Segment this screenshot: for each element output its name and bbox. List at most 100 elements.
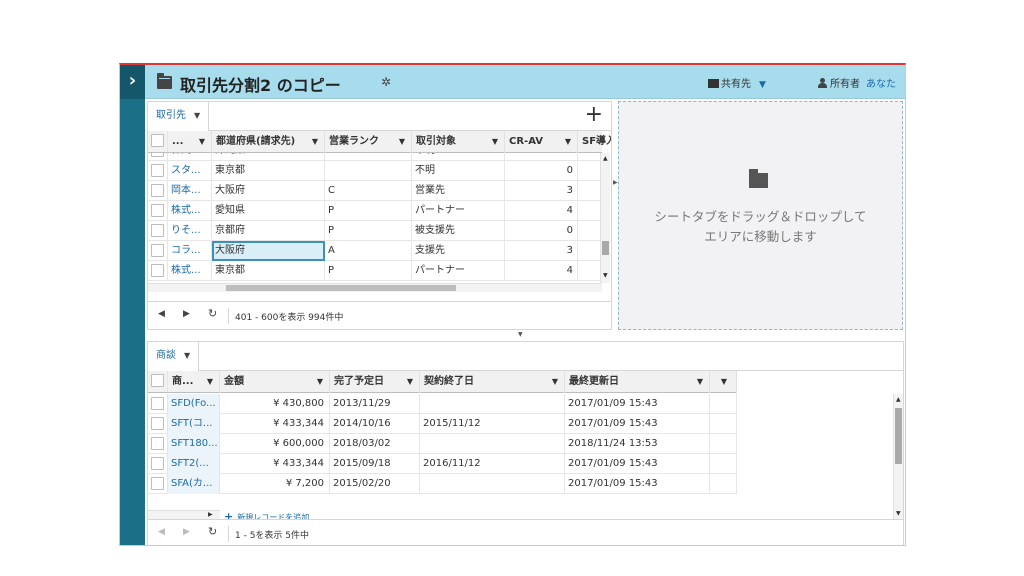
record-link[interactable]: スタ... xyxy=(168,161,212,181)
table-cell: 0 xyxy=(505,161,578,181)
row-checkbox[interactable] xyxy=(151,477,164,490)
record-link[interactable]: SFD(Fo... xyxy=(168,394,220,414)
table-row[interactable]: 株式... 愛知県 P パートナー 4 xyxy=(148,201,602,221)
table-row[interactable]: SFT(コ... ¥ 433,344 2014/10/16 2015/11/12 201… xyxy=(148,414,737,434)
chevron-down-icon[interactable]: ▼ xyxy=(492,131,498,152)
share-menu[interactable]: 共有先 ▼ xyxy=(708,75,766,90)
record-link[interactable]: SFT2(... xyxy=(168,454,220,474)
checkbox-cell xyxy=(148,131,168,152)
scroll-right-icon[interactable]: ▶ xyxy=(208,511,213,518)
horizontal-scrollbar[interactable]: ▶ xyxy=(148,510,220,519)
share-label: 共有先 xyxy=(721,79,751,90)
column-header[interactable]: 営業ランク ▼ xyxy=(325,131,412,153)
add-sheet-button[interactable]: + xyxy=(585,103,603,127)
column-header[interactable]: CR-AV ▼ xyxy=(505,131,578,153)
drop-zone[interactable]: シートタブをドラッグ＆ドロップして エリアに移動します xyxy=(618,101,903,330)
chevron-down-icon[interactable]: ▼ xyxy=(184,351,190,360)
row-checkbox[interactable] xyxy=(151,184,164,197)
column-header[interactable]: 商... ▼ xyxy=(168,371,220,393)
column-header[interactable]: ▼ xyxy=(710,371,737,393)
chevron-down-icon[interactable]: ▼ xyxy=(697,371,703,392)
column-header[interactable]: 最終更新日 ▼ xyxy=(565,371,710,393)
chevron-down-icon[interactable]: ▼ xyxy=(207,371,213,392)
tab-accounts[interactable]: 取引先 ▼ xyxy=(148,102,210,131)
record-link[interactable]: SFT180... xyxy=(168,434,220,454)
horizontal-scrollbar[interactable] xyxy=(148,283,212,292)
column-header[interactable]: ... ▼ xyxy=(168,131,212,153)
refresh-icon[interactable]: ↻ xyxy=(208,307,217,320)
record-link[interactable]: コラ... xyxy=(168,241,212,261)
record-link[interactable]: SFA(カ... xyxy=(168,474,220,494)
row-checkbox[interactable] xyxy=(151,397,164,410)
record-link[interactable]: 岡本... xyxy=(168,181,212,201)
select-all-checkbox[interactable] xyxy=(151,134,164,147)
chevron-down-icon[interactable]: ▼ xyxy=(759,80,766,90)
prev-page-icon[interactable]: ◀ xyxy=(158,309,165,319)
scroll-down-icon[interactable]: ▼ xyxy=(603,272,608,279)
scroll-down-icon[interactable]: ▼ xyxy=(896,510,901,517)
next-page-icon[interactable]: ▶ xyxy=(183,309,190,319)
scroll-up-icon[interactable]: ▲ xyxy=(603,155,608,162)
chevron-down-icon[interactable]: ▼ xyxy=(565,131,571,152)
scrollbar-thumb[interactable] xyxy=(602,241,609,255)
column-header[interactable]: 都道府県(請求先) ▼ xyxy=(212,131,325,153)
scroll-up-icon[interactable]: ▲ xyxy=(896,396,901,403)
app-window: › 取引先分割2 のコピー ✲ 共有先 ▼ 所有者あなた 取引先 ▼ + 株式...… xyxy=(119,63,906,546)
collapse-arrow-icon[interactable]: ▶ xyxy=(613,179,618,186)
chevron-down-icon[interactable]: ▼ xyxy=(721,371,727,392)
scrollbar-thumb[interactable] xyxy=(895,408,902,464)
folder-icon xyxy=(749,169,768,188)
row-checkbox[interactable] xyxy=(151,417,164,430)
chevron-down-icon[interactable]: ▼ xyxy=(552,371,558,392)
chevron-down-icon[interactable]: ▼ xyxy=(312,131,318,152)
table-row[interactable]: 岡本... 大阪府 C 営業先 3 xyxy=(148,181,602,201)
tab-opportunities[interactable]: 商談 ▼ xyxy=(148,342,200,371)
chevron-down-icon[interactable]: ▼ xyxy=(407,371,413,392)
scrollbar-thumb[interactable] xyxy=(226,285,456,291)
table-row[interactable]: 株式... 東京都 P パートナー 4 xyxy=(148,261,602,281)
refresh-icon[interactable]: ↻ xyxy=(208,525,217,538)
next-page-icon[interactable]: ▶ xyxy=(183,527,190,537)
row-checkbox[interactable] xyxy=(151,457,164,470)
table-row[interactable]: SFD(Fo... ¥ 430,800 2013/11/29 2017/01/09 1… xyxy=(148,394,737,414)
prev-page-icon[interactable]: ◀ xyxy=(158,527,165,537)
select-all-checkbox[interactable] xyxy=(151,374,164,387)
table-row[interactable]: コラ... 大阪府 A 支援先 3 xyxy=(148,241,602,261)
chevron-right-icon[interactable]: › xyxy=(120,65,145,99)
record-link[interactable]: 株式... xyxy=(168,261,212,281)
row-checkbox[interactable] xyxy=(151,204,164,217)
chevron-down-icon[interactable]: ▼ xyxy=(317,371,323,392)
checkbox-cell xyxy=(148,474,168,493)
table-row[interactable]: りそ... 京都府 P 被支援先 0 xyxy=(148,221,602,241)
record-link[interactable]: 株式... xyxy=(168,201,212,221)
opportunities-grid: 商... ▼ 金額 ▼ 完了予定日 ▼ 契約終了日 ▼ 最終更新日 ▼ ▼ SFD(Fo... ¥ 43… xyxy=(148,371,903,519)
row-checkbox[interactable] xyxy=(151,264,164,277)
row-checkbox[interactable] xyxy=(151,164,164,177)
column-header[interactable]: SF導入 xyxy=(578,131,611,153)
chevron-down-icon[interactable]: ▼ xyxy=(399,131,405,152)
row-checkbox[interactable] xyxy=(151,244,164,257)
vertical-scrollbar[interactable]: ▲ ▼ xyxy=(893,394,903,519)
horizontal-scrollbar[interactable] xyxy=(212,283,602,292)
table-row[interactable]: スタ... 東京都 不明 0 xyxy=(148,161,602,181)
column-header[interactable]: 完了予定日 ▼ xyxy=(330,371,420,393)
row-checkbox[interactable] xyxy=(151,224,164,237)
chevron-down-icon[interactable]: ▼ xyxy=(194,111,200,120)
column-header[interactable]: 金額 ▼ xyxy=(220,371,330,393)
owner-link[interactable]: あなた xyxy=(866,79,896,90)
record-link[interactable]: SFT(コ... xyxy=(168,414,220,434)
table-row[interactable]: SFT180... ¥ 600,000 2018/03/02 2018/11/24 1… xyxy=(148,434,737,454)
table-cell: 2013/11/29 xyxy=(330,394,420,414)
side-strip: › xyxy=(120,65,145,545)
row-checkbox[interactable] xyxy=(151,437,164,450)
collapse-arrow-icon[interactable]: ▼ xyxy=(518,331,523,338)
table-cell: ¥ 433,344 xyxy=(220,414,330,434)
table-row[interactable]: SFA(カ... ¥ 7,200 2015/02/20 2017/01/09 15:4… xyxy=(148,474,737,494)
vertical-scrollbar[interactable]: ▲ ▼ xyxy=(600,153,610,283)
chevron-down-icon[interactable]: ▼ xyxy=(199,131,205,152)
gear-icon[interactable]: ✲ xyxy=(381,75,391,89)
record-link[interactable]: りそ... xyxy=(168,221,212,241)
table-row[interactable]: SFT2(... ¥ 433,344 2015/09/18 2016/11/12 201… xyxy=(148,454,737,474)
column-header[interactable]: 取引対象 ▼ xyxy=(412,131,505,153)
column-header[interactable]: 契約終了日 ▼ xyxy=(420,371,565,393)
